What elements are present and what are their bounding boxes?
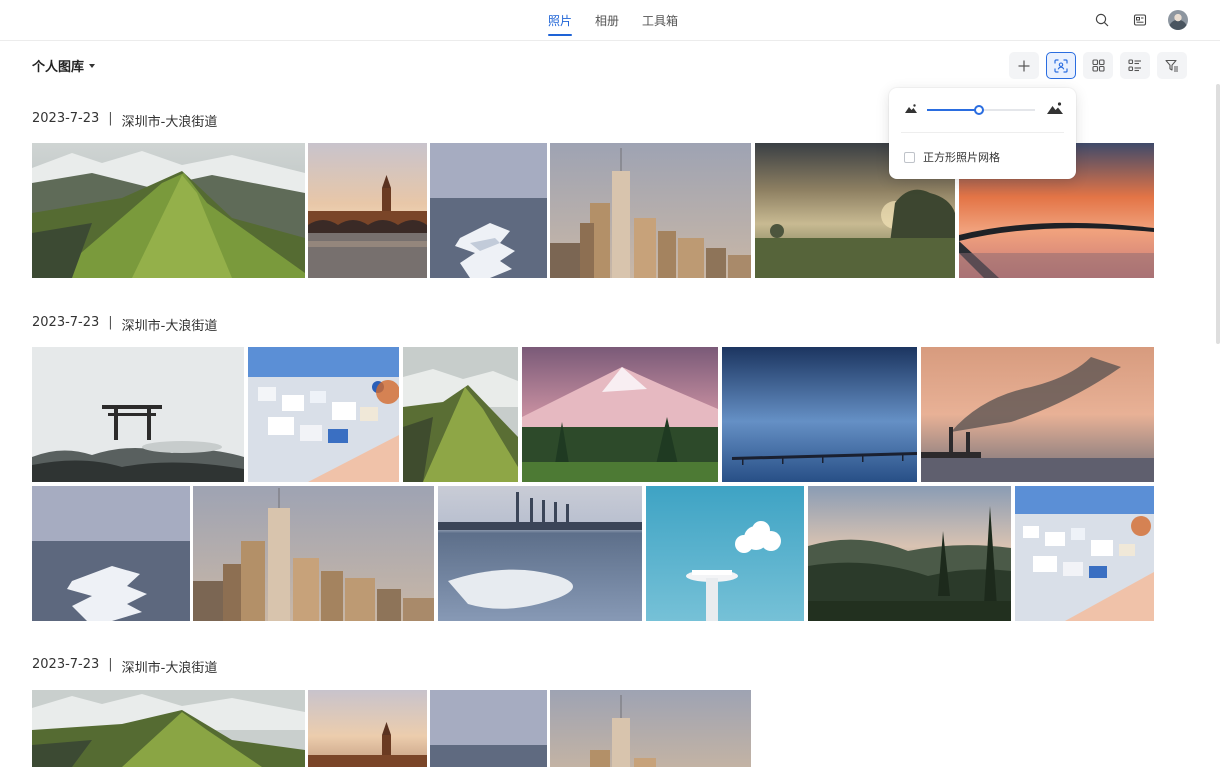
library-title: 个人图库 xyxy=(32,60,85,75)
tab-albums[interactable]: 相册 xyxy=(595,12,619,38)
add-button[interactable] xyxy=(1009,52,1039,79)
square-grid-checkbox[interactable] xyxy=(904,151,915,163)
photo-smokestack-sunset[interactable] xyxy=(921,347,1154,482)
scrollbar[interactable] xyxy=(1216,84,1220,344)
top-actions xyxy=(1092,10,1188,30)
section-header: 2023-7-23 | 深圳市-大浪街道 xyxy=(32,315,217,334)
tab-photos[interactable]: 照片 xyxy=(548,12,573,38)
small-image-icon xyxy=(905,104,917,113)
section-separator: | xyxy=(108,111,113,126)
photo-water-tower-cloud[interactable] xyxy=(646,486,804,621)
section-location: 深圳市-大浪街道 xyxy=(121,319,218,334)
list-view-icon xyxy=(1128,59,1141,72)
section-location: 深圳市-大浪街道 xyxy=(121,115,218,130)
search-icon[interactable] xyxy=(1092,10,1112,30)
photo-torii-gate-sea[interactable] xyxy=(32,347,244,482)
id-card-icon[interactable] xyxy=(1130,10,1150,30)
thumbnail-size-popover: 正方形照片网格 xyxy=(889,88,1076,179)
avatar xyxy=(1168,10,1188,30)
section-header: 2023-7-23 | 深圳市-大浪街道 xyxy=(32,657,217,676)
plus-icon xyxy=(1018,60,1030,71)
view-toolbar xyxy=(1009,52,1187,79)
section-date: 2023-7-23 xyxy=(32,657,100,672)
main-tabs: 照片 相册 工具箱 xyxy=(548,12,678,38)
tab-toolbox[interactable]: 工具箱 xyxy=(642,12,678,38)
photo-snowy-volcano[interactable] xyxy=(522,347,718,482)
user-avatar[interactable] xyxy=(1168,10,1188,30)
square-grid-label: 正方形照片网格 xyxy=(923,151,1000,164)
face-scan-icon xyxy=(1054,58,1068,73)
slider-fill xyxy=(927,109,979,111)
photo-forest-valley[interactable] xyxy=(808,486,1011,621)
photo-green-mountain-ridge[interactable] xyxy=(32,143,305,278)
section-date: 2023-7-23 xyxy=(32,315,100,330)
photo-green-mountain-ridge[interactable] xyxy=(32,690,305,767)
photo-world-trade-center[interactable] xyxy=(550,143,751,278)
slider-handle[interactable] xyxy=(973,105,984,115)
photo-big-ben-sunset[interactable] xyxy=(308,690,427,767)
section-location: 深圳市-大浪街道 xyxy=(121,661,218,676)
section-separator: | xyxy=(108,657,113,672)
list-view-button[interactable] xyxy=(1120,52,1150,79)
photo-ice-steps-sea[interactable] xyxy=(430,143,547,278)
photo-ice-steps-sea[interactable] xyxy=(32,486,190,621)
grid-view-button[interactable] xyxy=(1083,52,1113,79)
photo-santorini-village[interactable] xyxy=(248,347,399,482)
filter-button[interactable] xyxy=(1157,52,1187,79)
caret-down-icon xyxy=(89,63,96,68)
photo-frozen-lake-factory[interactable] xyxy=(438,486,642,621)
photo-santorini-village[interactable] xyxy=(1015,486,1154,621)
top-bar: 照片 相册 工具箱 xyxy=(0,0,1220,41)
square-grid-option[interactable]: 正方形照片网格 xyxy=(904,149,1000,165)
photo-big-ben-sunset[interactable] xyxy=(308,143,427,278)
photo-green-mountain-ridge-small[interactable] xyxy=(403,347,518,482)
section-date: 2023-7-23 xyxy=(32,111,100,126)
section-separator: | xyxy=(108,315,113,330)
library-selector[interactable]: 个人图库 xyxy=(32,56,96,75)
grid-view-icon xyxy=(1091,59,1105,72)
divider xyxy=(901,132,1064,133)
section-header: 2023-7-23 | 深圳市-大浪街道 xyxy=(32,111,217,130)
filter-icon xyxy=(1165,59,1178,72)
photo-blue-pier[interactable] xyxy=(722,347,917,482)
photo-ice-steps-sea[interactable] xyxy=(430,690,547,767)
large-image-icon xyxy=(1047,102,1063,114)
photo-world-trade-center[interactable] xyxy=(550,690,751,767)
face-scan-button[interactable] xyxy=(1046,52,1076,79)
thumbnail-size-slider[interactable] xyxy=(927,105,1035,115)
photos-page: 照片 相册 工具箱 个人图库 2023-7-23 | 深圳市-大浪街道 2023… xyxy=(0,0,1220,767)
photo-world-trade-center[interactable] xyxy=(193,486,434,621)
